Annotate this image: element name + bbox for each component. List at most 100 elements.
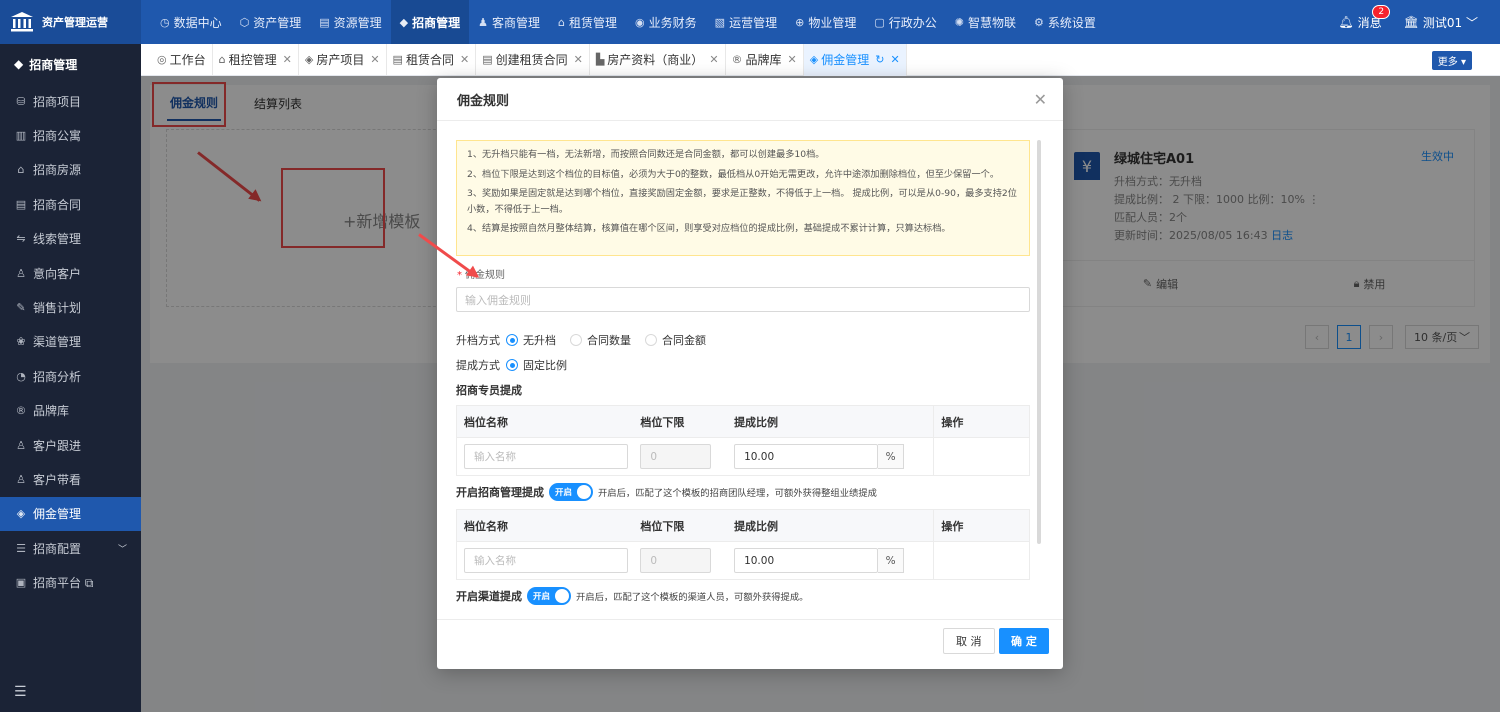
users-icon: ♟ [478,15,489,29]
target-icon: ◎ [157,53,167,66]
required-mark: * [457,270,462,281]
ratio-input[interactable]: 10.00 [734,444,879,469]
pencil-icon: ✎ [16,301,26,315]
radio-contract-amount[interactable]: 合同金额 [645,332,706,348]
sidebar-item-channels[interactable]: ❀ 渠道管理 [0,325,141,359]
nav-data-center[interactable]: ◷ 数据中心 [151,0,231,44]
commission-tier-table: 档位名称 档位下限 提成比例 操作 输入名称 0 10.00% [456,405,1030,476]
percent-unit: % [878,548,905,573]
col-actions: 操作 [933,406,1029,437]
tab-brands[interactable]: ® 品牌库 ✕ [726,43,804,76]
close-icon[interactable]: ✕ [709,53,718,66]
sidebar-item-apartments[interactable]: ▥ 招商公寓 [0,118,141,152]
col-ratio: 提成比例 [734,519,779,533]
percent-unit: % [878,444,905,469]
radio-no-upgrade[interactable]: 无升档 [506,332,556,348]
commission-mode-row: 提成方式 固定比例 [456,357,581,373]
tier-name-input[interactable]: 输入名称 [464,548,628,573]
sidebar-item-houses[interactable]: ⌂ 招商房源 [0,153,141,187]
sidebar-item-leads[interactable]: ⇋ 线索管理 [0,222,141,256]
sidebar-item-viewing[interactable]: ♙ 客户带看 [0,462,141,496]
tab-property-projects[interactable]: ◈ 房产项目 ✕ [299,43,387,76]
person-icon: ♙ [16,472,26,486]
tab-create-contract[interactable]: ▤ 创建租赁合同 ✕ [476,43,590,76]
modal-scrollbar[interactable] [1037,140,1041,544]
sidebar-item-commission[interactable]: ◈ 佣金管理 [0,496,141,532]
section-title: 招商专员提成 [456,384,522,397]
tab-workbench[interactable]: ◎ 工作台 [151,43,213,76]
sidebar-item-brands[interactable]: ® 品牌库 [0,394,141,428]
sidebar-item-platform[interactable]: ▣ 招商平台 ⧉ [0,565,141,599]
sidebar-item-config[interactable]: ☰ 招商配置 ﹀ [0,531,141,565]
registered-icon: ® [731,53,743,66]
manager-commission-switch[interactable]: 开启 [549,483,593,501]
radio-dot [645,334,657,346]
message-count-badge: 2 [1372,4,1391,19]
modal-title: 佣金规则 [437,78,1063,121]
tier-name-input[interactable]: 输入名称 [464,444,628,469]
col-tier-name: 档位名称 [464,519,508,533]
close-icon[interactable]: ✕ [460,53,469,66]
channel-commission-label: 开启渠道提成 [456,590,522,603]
list-icon: ☰ [16,541,26,555]
tab-lease-contracts[interactable]: ▤ 租赁合同 ✕ [387,43,477,76]
apartment-icon: ▥ [15,129,27,143]
nav-settings[interactable]: ⚙ 系统设置 [1025,0,1105,44]
nav-investment[interactable]: ◆ 招商管理 [390,0,470,44]
confirm-button[interactable]: 确 定 [999,628,1049,654]
bank-logo-icon [11,12,33,32]
sun-icon: ✺ [954,15,964,29]
sidebar-item-projects[interactable]: ⛁ 招商项目 [0,84,141,118]
more-tabs-button[interactable]: 更多 ▾ [1431,51,1472,70]
close-icon[interactable]: ✕ [370,53,379,66]
sidebar-item-analysis[interactable]: ◔ 招商分析 [0,359,141,393]
tab-property-info[interactable]: ▙ 房产资料（商业） ✕ [590,43,726,76]
radio-contract-count[interactable]: 合同数量 [570,332,631,348]
sidebar-item-followup[interactable]: ♙ 客户跟进 [0,428,141,462]
pie-icon: ◔ [16,369,26,383]
nav-resource[interactable]: ▤ 资源管理 [310,0,390,44]
channel-commission-switch[interactable]: 开启 [527,587,571,605]
tab-commission[interactable]: ◈ 佣金管理 ↻ ✕ [803,43,907,76]
upgrade-mode-row: 升档方式 无升档 合同数量 合同金额 [456,332,720,348]
radio-fixed-ratio[interactable]: 固定比例 [506,357,567,373]
close-icon[interactable]: ✕ [890,53,899,66]
close-icon[interactable]: ✕ [574,53,583,66]
nav-asset[interactable]: ⬡ 资产管理 [231,0,311,44]
logo[interactable]: 资产管理运营 [0,0,141,44]
nav-finance[interactable]: ◉ 业务财务 [626,0,706,44]
rule-name-input[interactable]: 输入佣金规则 [456,287,1030,312]
sidebar-item-sales-plan[interactable]: ✎ 销售计划 [0,290,141,324]
nav-merchant[interactable]: ♟ 客商管理 [469,0,549,44]
nav-admin[interactable]: ▢ 行政办公 [865,0,945,44]
cancel-button[interactable]: 取 消 [943,628,995,654]
col-lower-limit: 档位下限 [640,519,685,533]
document-icon: ▤ [482,53,493,66]
close-icon[interactable]: ✕ [788,53,797,66]
refresh-icon[interactable]: ↻ [875,53,884,66]
globe-icon: ⊕ [795,15,805,29]
close-icon[interactable]: ✕ [283,53,292,66]
notice-box: 1、无升档只能有一档，无法新增，而按照合同数还是合同金额，都可以创建最多10档。… [456,140,1030,256]
clock-icon: ◷ [160,15,170,29]
nav-iot[interactable]: ✺ 智慧物联 [946,0,1025,44]
close-icon[interactable]: ✕ [1034,90,1047,109]
sidebar-item-contracts[interactable]: ▤ 招商合同 [0,187,141,221]
logo-text: 资产管理运营 [42,16,108,29]
nav-property[interactable]: ⊕ 物业管理 [786,0,865,44]
notice-item: 2、档位下限是达到这个档位的目标值，必须为大于0的整数，最低档从0开始无需更改，… [467,168,1000,180]
ratio-input[interactable]: 10.00 [734,548,879,573]
col-ratio: 提成比例 [734,415,779,429]
top-navbar: 资产管理运营 ◷ 数据中心 ⬡ 资产管理 ▤ 资源管理 ◆ 招商管理 ♟ 客商管理 ⌂ 租赁… [0,0,1500,44]
house-icon: ⌂ [218,53,226,66]
lower-limit-input: 0 [640,444,712,469]
person-icon: ♙ [16,438,26,452]
user-menu[interactable]: 🏛︎ 测试01 ﹀ [1404,14,1478,31]
sidebar-item-intent-customers[interactable]: ♙ 意向客户 [0,256,141,290]
collapse-sidebar-icon[interactable]: ☰ [14,684,27,700]
nav-lease[interactable]: ⌂ 租赁管理 [549,0,626,44]
tag-icon: ◆ [14,57,24,71]
tab-lease-control[interactable]: ⌂ 租控管理 ✕ [213,43,299,76]
nav-operation[interactable]: ▧ 运营管理 [706,0,786,44]
messages-button[interactable]: 🔔︎ 消息 2 [1338,4,1391,31]
